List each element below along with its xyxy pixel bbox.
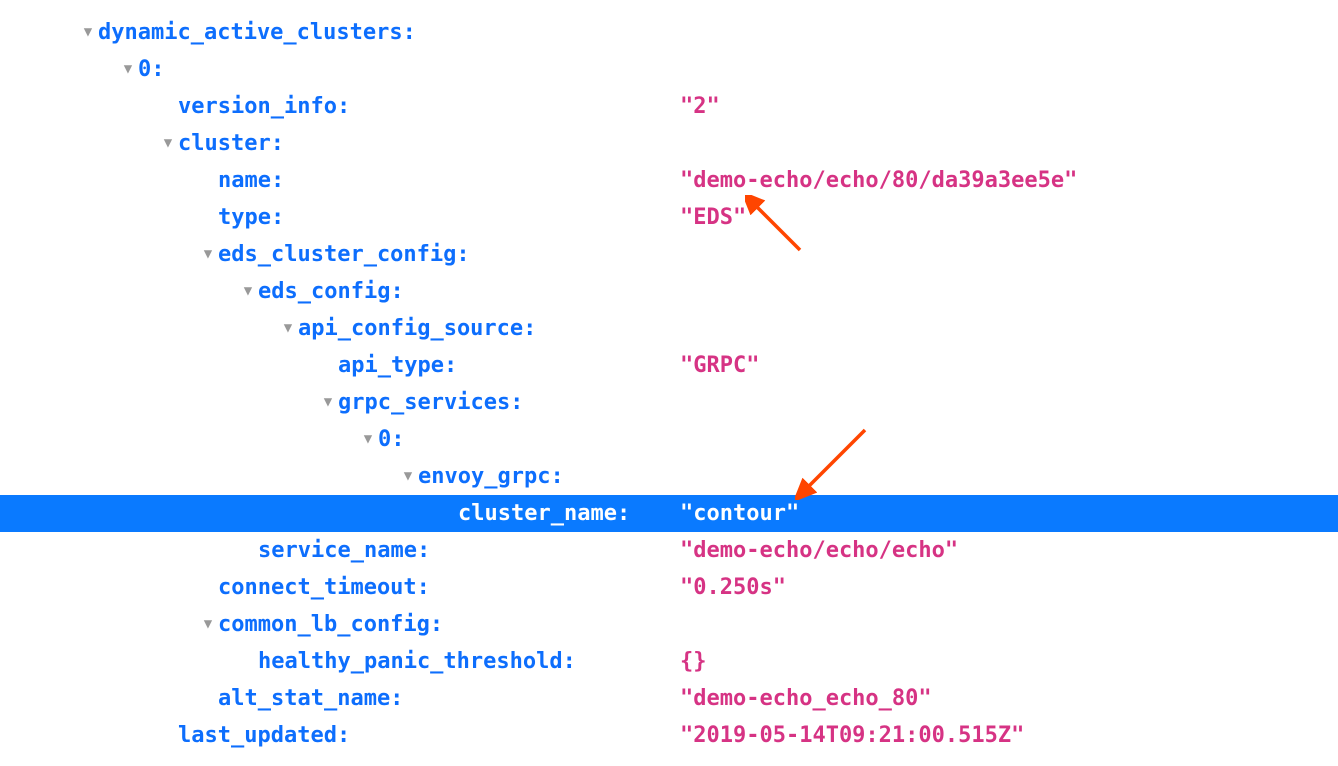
tree-key: eds_cluster_config: bbox=[218, 236, 470, 274]
tree-key: name: bbox=[218, 162, 284, 200]
chevron-down-icon[interactable]: ▼ bbox=[198, 242, 218, 266]
tree-key: healthy_panic_threshold: bbox=[258, 643, 576, 681]
tree-row-container: ▼last_updated:"2019-05-14T09:21:00.515Z" bbox=[0, 717, 1338, 754]
tree-value: {} bbox=[660, 649, 707, 674]
chevron-down-icon[interactable]: ▼ bbox=[358, 427, 378, 451]
tree-value: "demo-echo_echo_80" bbox=[660, 686, 932, 711]
tree-key: cluster: bbox=[178, 125, 284, 163]
tree-row-container: ▼healthy_panic_threshold:{} bbox=[0, 643, 1338, 680]
tree-row-container: ▼version_info:"2" bbox=[0, 88, 1338, 125]
tree-key: type: bbox=[218, 199, 284, 237]
tree-value: "2" bbox=[660, 94, 720, 119]
tree-row[interactable]: ▼envoy_grpc: bbox=[0, 458, 1338, 495]
tree-row-container: ▼envoy_grpc: bbox=[0, 458, 1338, 495]
tree-row[interactable]: ▼dynamic_active_clusters: bbox=[0, 14, 1338, 51]
tree-row[interactable]: ▼alt_stat_name:"demo-echo_echo_80" bbox=[0, 680, 1338, 717]
tree-value: "contour" bbox=[660, 501, 799, 526]
tree-row-container: ▼eds_cluster_config: bbox=[0, 236, 1338, 273]
tree-value: "demo-echo/echo/80/da39a3ee5e" bbox=[660, 168, 1077, 193]
tree-row[interactable]: ▼name:"demo-echo/echo/80/da39a3ee5e" bbox=[0, 162, 1338, 199]
tree-row-container: ▼type:"EDS" bbox=[0, 199, 1338, 236]
tree-key: eds_config: bbox=[258, 273, 404, 311]
chevron-down-icon[interactable]: ▼ bbox=[238, 279, 258, 303]
tree-key: last_updated: bbox=[178, 717, 350, 755]
chevron-down-icon[interactable]: ▼ bbox=[278, 316, 298, 340]
chevron-down-icon[interactable]: ▼ bbox=[118, 57, 138, 81]
tree-value: "2019-05-14T09:21:00.515Z" bbox=[660, 723, 1024, 748]
tree-key: version_info: bbox=[178, 88, 350, 126]
tree-row-container: ▼api_config_source: bbox=[0, 310, 1338, 347]
tree-row[interactable]: ▼cluster: bbox=[0, 125, 1338, 162]
tree-row-container: ▼dynamic_active_clusters: bbox=[0, 14, 1338, 51]
tree-row[interactable]: ▼0: bbox=[0, 51, 1338, 88]
tree-row[interactable]: ▼0: bbox=[0, 421, 1338, 458]
tree-row[interactable]: ▼eds_cluster_config: bbox=[0, 236, 1338, 273]
tree-key: dynamic_active_clusters: bbox=[98, 14, 416, 52]
tree-row[interactable]: ▼type:"EDS" bbox=[0, 199, 1338, 236]
tree-value: "0.250s" bbox=[660, 575, 786, 600]
tree-key: 0: bbox=[138, 51, 165, 89]
tree-row-container: ▼api_type:"GRPC" bbox=[0, 347, 1338, 384]
tree-row-container: ▼service_name:"demo-echo/echo/echo" bbox=[0, 532, 1338, 569]
tree-key: grpc_services: bbox=[338, 384, 523, 422]
tree-row[interactable]: ▼api_config_source: bbox=[0, 310, 1338, 347]
chevron-down-icon[interactable]: ▼ bbox=[198, 612, 218, 636]
tree-key: 0: bbox=[378, 421, 405, 459]
tree-value: "EDS" bbox=[660, 205, 746, 230]
tree-key: service_name: bbox=[258, 532, 430, 570]
tree-row-container: ▼cluster: bbox=[0, 125, 1338, 162]
tree-row-container: ▼0: bbox=[0, 421, 1338, 458]
tree-row-container: ▼grpc_services: bbox=[0, 384, 1338, 421]
tree-row-container: ▼0: bbox=[0, 51, 1338, 88]
tree-row-container: ▼cluster_name:"contour" bbox=[0, 495, 1338, 532]
tree-row[interactable]: ▼eds_config: bbox=[0, 273, 1338, 310]
tree-row[interactable]: ▼healthy_panic_threshold:{} bbox=[0, 643, 1338, 680]
tree-row[interactable]: ▼grpc_services: bbox=[0, 384, 1338, 421]
chevron-down-icon[interactable]: ▼ bbox=[318, 390, 338, 414]
json-tree-viewer: ▼dynamic_active_clusters:▼0:▼version_inf… bbox=[0, 14, 1338, 754]
chevron-down-icon[interactable]: ▼ bbox=[158, 131, 178, 155]
tree-row[interactable]: ▼cluster_name:"contour" bbox=[0, 495, 1338, 532]
tree-row[interactable]: ▼common_lb_config: bbox=[0, 606, 1338, 643]
tree-row[interactable]: ▼connect_timeout:"0.250s" bbox=[0, 569, 1338, 606]
tree-key: alt_stat_name: bbox=[218, 680, 403, 718]
tree-value: "GRPC" bbox=[660, 353, 759, 378]
tree-key: api_type: bbox=[338, 347, 457, 385]
tree-row-container: ▼connect_timeout:"0.250s" bbox=[0, 569, 1338, 606]
tree-key: cluster_name: bbox=[458, 495, 630, 533]
tree-row[interactable]: ▼version_info:"2" bbox=[0, 88, 1338, 125]
tree-row-container: ▼name:"demo-echo/echo/80/da39a3ee5e" bbox=[0, 162, 1338, 199]
tree-row[interactable]: ▼last_updated:"2019-05-14T09:21:00.515Z" bbox=[0, 717, 1338, 754]
tree-value: "demo-echo/echo/echo" bbox=[660, 538, 958, 563]
tree-row-container: ▼alt_stat_name:"demo-echo_echo_80" bbox=[0, 680, 1338, 717]
chevron-down-icon[interactable]: ▼ bbox=[398, 464, 418, 488]
tree-row-container: ▼common_lb_config: bbox=[0, 606, 1338, 643]
tree-key: envoy_grpc: bbox=[418, 458, 564, 496]
tree-row[interactable]: ▼service_name:"demo-echo/echo/echo" bbox=[0, 532, 1338, 569]
tree-key: connect_timeout: bbox=[218, 569, 430, 607]
tree-row-container: ▼eds_config: bbox=[0, 273, 1338, 310]
tree-key: common_lb_config: bbox=[218, 606, 443, 644]
chevron-down-icon[interactable]: ▼ bbox=[78, 20, 98, 44]
tree-key: api_config_source: bbox=[298, 310, 536, 348]
tree-row[interactable]: ▼api_type:"GRPC" bbox=[0, 347, 1338, 384]
